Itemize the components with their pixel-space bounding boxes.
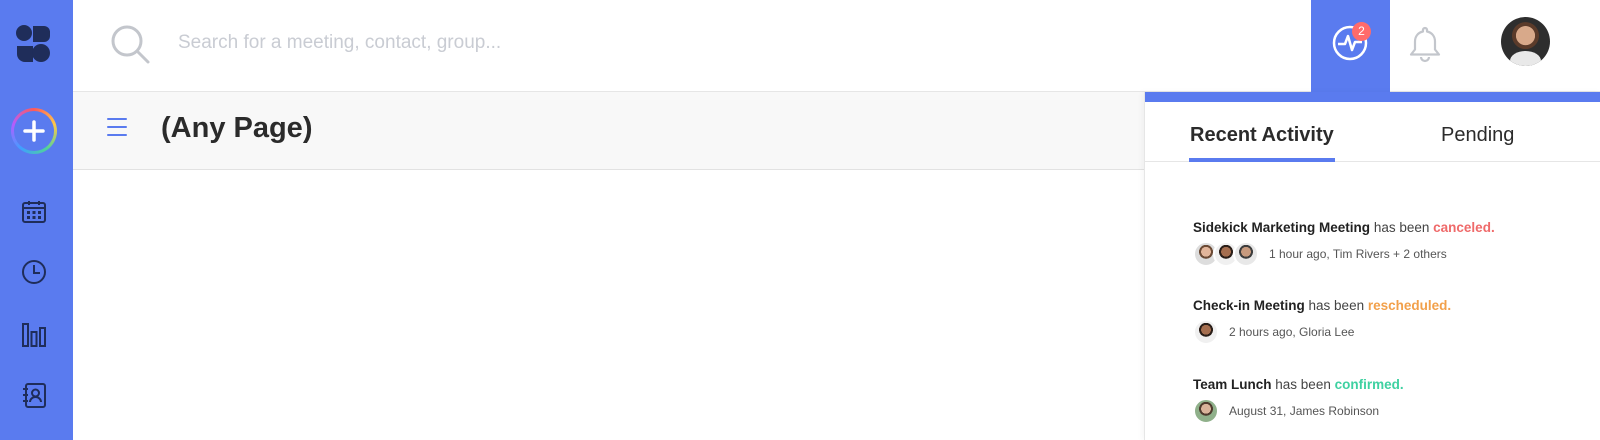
logo-icon[interactable] [15, 24, 51, 64]
sidebar [0, 0, 73, 440]
activity-tabs: Recent Activity Pending [1145, 102, 1600, 162]
search-input[interactable] [178, 26, 878, 60]
avatar [1193, 398, 1219, 424]
status-label: confirmed. [1334, 377, 1404, 392]
status-label: canceled. [1433, 220, 1495, 235]
tab-recent-activity[interactable]: Recent Activity [1189, 124, 1335, 162]
contacts-icon[interactable] [20, 381, 48, 409]
activity-badge: 2 [1352, 22, 1371, 41]
activity-meta-text: 1 hour ago, Tim Rivers + 2 others [1269, 247, 1447, 261]
add-button[interactable] [11, 108, 57, 154]
meeting-title: Team Lunch [1193, 377, 1272, 392]
top-bar: 2 [73, 0, 1600, 92]
activity-item-text: Team Lunch has been confirmed. [1193, 377, 1593, 392]
activity-meta-text: 2 hours ago, Gloria Lee [1229, 325, 1355, 339]
meeting-title: Sidekick Marketing Meeting [1193, 220, 1371, 235]
activity-panel: Recent Activity Pending Sidekick Marketi… [1144, 92, 1600, 440]
participant-avatars [1193, 398, 1219, 424]
activity-button[interactable]: 2 [1311, 0, 1390, 92]
add-icon [23, 120, 45, 142]
activity-item[interactable]: Sidekick Marketing Meeting has been canc… [1193, 220, 1593, 267]
activity-meta: August 31, James Robinson [1193, 398, 1593, 424]
activity-verb: has been [1373, 220, 1430, 235]
analytics-icon[interactable] [20, 320, 48, 348]
participant-avatars [1193, 319, 1219, 345]
panel-accent-bar [1145, 92, 1600, 102]
status-label: rescheduled. [1367, 298, 1452, 313]
activity-item-text: Sidekick Marketing Meeting has been canc… [1193, 220, 1593, 235]
avatar [1193, 319, 1219, 345]
activity-item[interactable]: Check-in Meeting has been rescheduled. 2… [1193, 298, 1593, 345]
user-avatar[interactable] [1501, 17, 1550, 66]
participant-avatars [1193, 241, 1259, 267]
activity-verb: has been [1308, 298, 1365, 313]
activity-meta-text: August 31, James Robinson [1229, 404, 1380, 418]
search-icon [111, 25, 150, 64]
activity-meta: 1 hour ago, Tim Rivers + 2 others [1193, 241, 1593, 267]
bell-icon[interactable] [1406, 24, 1444, 64]
activity-verb: has been [1275, 377, 1331, 392]
calendar-icon[interactable] [20, 198, 48, 226]
activity-meta: 2 hours ago, Gloria Lee [1193, 319, 1593, 345]
clock-icon[interactable] [20, 258, 48, 286]
page-title: (Any Page) [161, 112, 313, 144]
hamburger-icon[interactable] [107, 118, 127, 138]
activity-item[interactable]: Team Lunch has been confirmed. August 31… [1193, 377, 1593, 424]
meeting-title: Check-in Meeting [1193, 298, 1305, 313]
avatar [1233, 241, 1259, 267]
activity-item-text: Check-in Meeting has been rescheduled. [1193, 298, 1593, 313]
tab-pending[interactable]: Pending [1441, 124, 1514, 162]
